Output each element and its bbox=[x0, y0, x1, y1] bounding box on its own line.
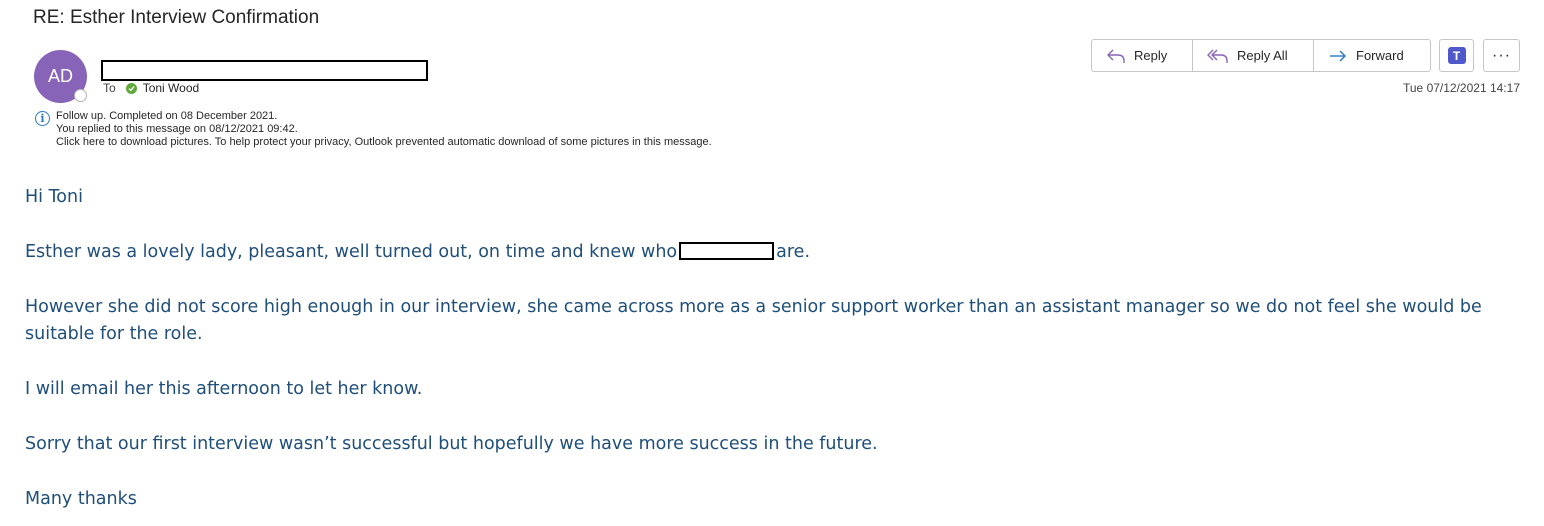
forward-arrow-icon bbox=[1330, 50, 1346, 61]
redacted-company-name bbox=[679, 242, 775, 260]
reply-label: Reply bbox=[1134, 48, 1168, 63]
forward-button[interactable]: Forward bbox=[1314, 40, 1430, 71]
presence-status-icon bbox=[74, 89, 87, 102]
received-date: Tue 07/12/2021 14:17 bbox=[1403, 81, 1520, 95]
body-closing: Many thanks bbox=[25, 489, 137, 509]
info-icon: i bbox=[35, 111, 50, 126]
presence-available-icon bbox=[125, 82, 137, 94]
reply-button[interactable]: Reply bbox=[1092, 40, 1193, 71]
follow-up-status: Follow up. Completed on 08 December 2021… bbox=[56, 110, 278, 122]
recipient-name[interactable]: Toni Wood bbox=[143, 81, 199, 95]
more-icon: ··· bbox=[1492, 46, 1511, 64]
teams-icon: T bbox=[1447, 47, 1466, 64]
body-paragraph: I will email her this afternoon to let h… bbox=[25, 379, 423, 399]
recipient-line: To Toni Wood bbox=[103, 81, 199, 95]
body-text: Esther was a lovely lady, pleasant, well… bbox=[25, 242, 678, 262]
body-paragraph: However she did not score high enough in… bbox=[25, 297, 1482, 344]
redacted-sender-name bbox=[101, 60, 428, 81]
forward-label: Forward bbox=[1356, 48, 1404, 63]
info-bar: i Follow up. Completed on 08 December 20… bbox=[35, 110, 712, 149]
body-paragraph: Sorry that our first interview wasn’t su… bbox=[25, 434, 878, 454]
email-subject: RE: Esther Interview Confirmation bbox=[33, 7, 320, 28]
sender-initials: AD bbox=[47, 66, 73, 86]
reply-all-label: Reply All bbox=[1237, 48, 1288, 63]
reply-all-button[interactable]: Reply All bbox=[1193, 40, 1314, 71]
reply-icon bbox=[1107, 49, 1125, 63]
body-greeting: Hi Toni bbox=[25, 187, 83, 207]
body-text: are. bbox=[776, 242, 811, 262]
teams-share-button[interactable]: T bbox=[1439, 39, 1474, 72]
to-label: To bbox=[103, 81, 116, 95]
email-body: Hi Toni Esther was a lovely lady, pleasa… bbox=[25, 184, 1515, 526]
download-pictures-link[interactable]: Click here to download pictures. To help… bbox=[56, 136, 712, 149]
body-paragraph: Esther was a lovely lady, pleasant, well… bbox=[25, 239, 1515, 266]
replied-status: You replied to this message on 08/12/202… bbox=[56, 123, 298, 135]
email-reading-pane: RE: Esther Interview Confirmation AD To … bbox=[0, 0, 1544, 526]
more-actions-button[interactable]: ··· bbox=[1483, 39, 1520, 72]
reply-all-icon bbox=[1207, 49, 1228, 63]
response-actions: Reply Reply All Forward bbox=[1091, 39, 1431, 72]
